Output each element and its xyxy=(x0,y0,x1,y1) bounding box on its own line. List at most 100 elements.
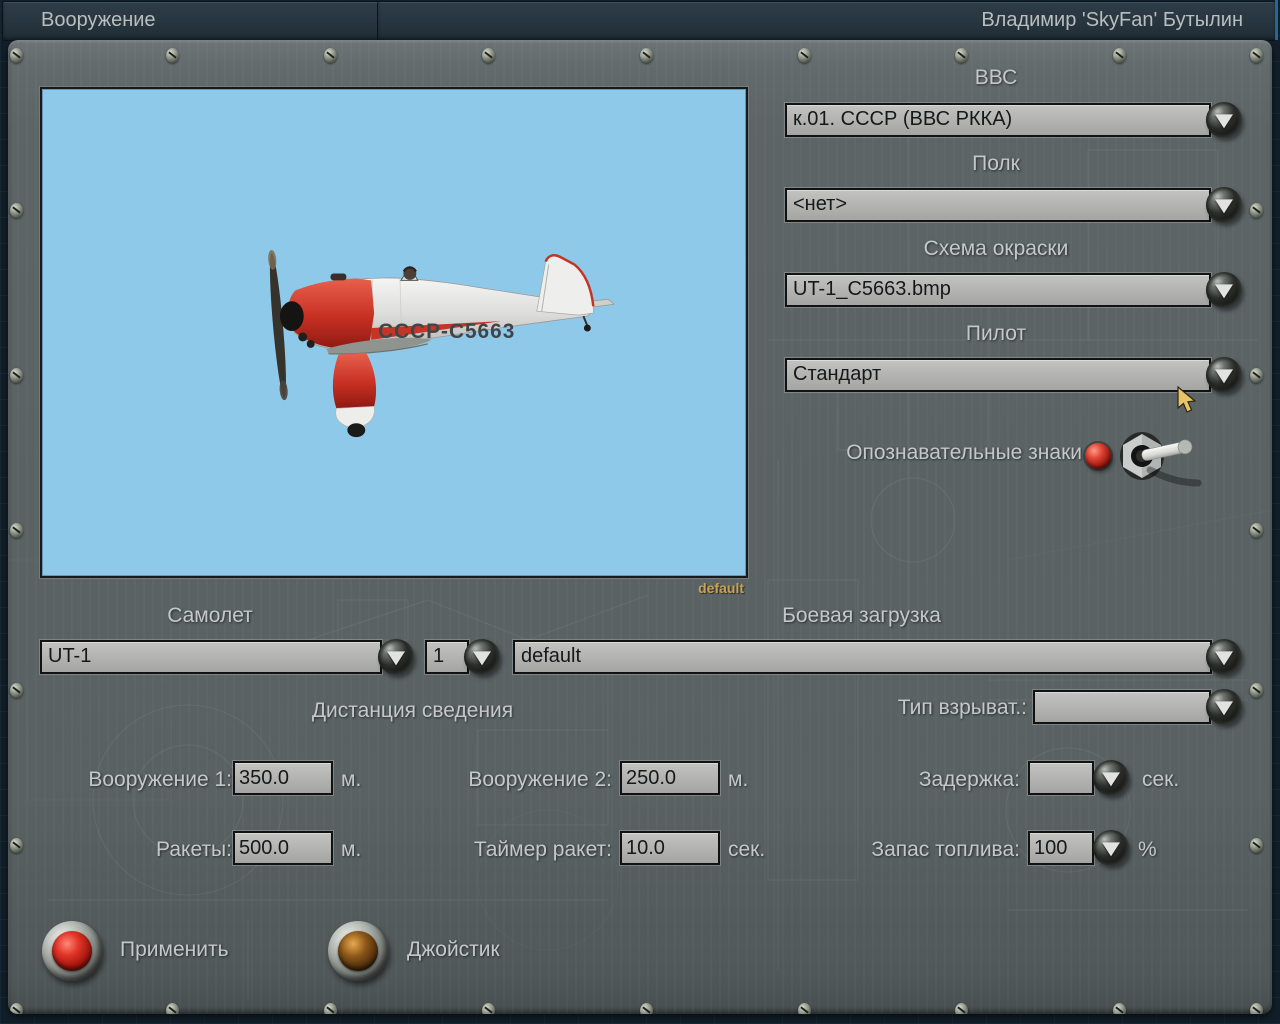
armament-screen: Вооружение Владимир 'SkyFan' Бутылин ССС… xyxy=(0,0,1280,1024)
screw-icon xyxy=(955,1003,968,1014)
regiment-label: Полк xyxy=(972,152,1020,175)
screw-icon xyxy=(1250,203,1263,218)
screw-icon xyxy=(166,48,179,63)
aircraft-preview-image: СССР-С5663 xyxy=(268,249,615,438)
fuel-unit: % xyxy=(1138,838,1157,861)
player-name: Владимир 'SkyFan' Бутылин xyxy=(981,9,1243,31)
delay-unit: сек. xyxy=(1142,768,1180,791)
pilot-label: Пилот xyxy=(965,322,1027,345)
player-name-bar: Владимир 'SkyFan' Бутылин xyxy=(377,1,1276,41)
weapon2-input[interactable] xyxy=(620,761,720,795)
pilot-dropdown-button[interactable] xyxy=(1206,357,1242,393)
screw-icon xyxy=(324,1003,337,1014)
aircraft-combobox[interactable]: UT-1 xyxy=(40,640,382,674)
loadout-dropdown-button[interactable] xyxy=(1206,639,1242,675)
skin-caption: default xyxy=(698,580,744,596)
arrow-down-icon xyxy=(1215,369,1233,384)
aircraft-preview: СССР-С5663 xyxy=(40,87,748,578)
arrow-down-icon xyxy=(473,651,491,666)
delay-dropdown-button[interactable] xyxy=(1093,760,1129,796)
screw-icon xyxy=(1250,48,1263,63)
skin-combobox[interactable]: UT-1_C5663.bmp xyxy=(785,273,1211,307)
apply-button-dome xyxy=(52,931,92,971)
screw-icon xyxy=(10,683,23,698)
screw-icon xyxy=(10,1003,23,1014)
fuel-dropdown-button[interactable] xyxy=(1093,830,1129,866)
screw-icon xyxy=(1250,368,1263,383)
arrow-down-icon xyxy=(387,651,405,666)
screw-icon xyxy=(10,523,23,538)
screw-icon xyxy=(10,838,23,853)
screw-icon xyxy=(482,48,495,63)
rockets-input[interactable] xyxy=(233,831,333,865)
joystick-button-dome xyxy=(338,931,378,971)
airforce-label: ВВС xyxy=(974,66,1018,89)
arrow-down-icon xyxy=(1215,199,1233,214)
tab-armament[interactable]: Вооружение xyxy=(2,1,409,41)
fuel-input[interactable] xyxy=(1028,831,1094,865)
convergence-title: Дистанция сведения xyxy=(311,699,514,722)
joystick-button[interactable] xyxy=(328,921,388,981)
regiment-dropdown-button[interactable] xyxy=(1206,187,1242,223)
top-right-accent xyxy=(1275,0,1278,40)
screw-icon xyxy=(10,203,23,218)
arrow-down-icon xyxy=(1215,114,1233,129)
rockets-label: Ракеты: xyxy=(156,838,232,861)
fuze-combobox[interactable] xyxy=(1033,690,1211,724)
arrow-down-icon xyxy=(1102,772,1120,787)
arrow-down-icon xyxy=(1215,284,1233,299)
loadout-label: Боевая загрузка xyxy=(782,604,941,627)
weapon2-label: Вооружение 2: xyxy=(468,768,612,791)
screw-icon xyxy=(1250,683,1263,698)
pilot-combobox[interactable]: Стандарт xyxy=(785,358,1211,392)
screw-icon xyxy=(10,48,23,63)
screw-icon xyxy=(166,1003,179,1014)
markings-toggle-switch[interactable] xyxy=(1112,428,1207,488)
fuze-label: Тип взрыват.: xyxy=(897,696,1027,719)
weapon1-input[interactable] xyxy=(233,761,333,795)
joystick-button-label: Джойстик xyxy=(407,938,500,961)
skin-label: Схема окраски xyxy=(923,237,1069,260)
fuel-label: Запас топлива: xyxy=(871,838,1020,861)
screw-icon xyxy=(482,1003,495,1014)
screw-icon xyxy=(798,48,811,63)
loadout-combobox[interactable]: default xyxy=(513,640,1212,674)
arrow-down-icon xyxy=(1102,842,1120,857)
rocket-timer-input[interactable] xyxy=(620,831,720,865)
skin-dropdown-button[interactable] xyxy=(1206,272,1242,308)
screw-icon xyxy=(10,368,23,383)
airforce-combobox[interactable]: к.01. СССР (ВВС РККА) xyxy=(785,103,1211,137)
apply-button[interactable] xyxy=(42,921,102,981)
rocket-timer-unit: сек. xyxy=(728,838,766,861)
rocket-timer-label: Таймер ракет: xyxy=(473,838,612,861)
delay-input[interactable] xyxy=(1028,761,1094,795)
aircraft-count-field[interactable]: 1 xyxy=(425,640,469,674)
screw-icon xyxy=(640,1003,653,1014)
arrow-down-icon xyxy=(1215,701,1233,716)
markings-label: Опознавательные знаки xyxy=(846,441,1082,464)
regiment-combobox[interactable]: <нет> xyxy=(785,188,1211,222)
screw-icon xyxy=(1250,838,1263,853)
arrow-down-icon xyxy=(1215,651,1233,666)
rockets-unit: м. xyxy=(341,838,362,861)
screw-icon xyxy=(640,48,653,63)
weapon2-unit: м. xyxy=(728,768,749,791)
screw-icon xyxy=(1250,523,1263,538)
registration-text: СССР-С5663 xyxy=(378,320,515,343)
weapon1-label: Вооружение 1: xyxy=(88,768,232,791)
screw-icon xyxy=(955,48,968,63)
fuze-dropdown-button[interactable] xyxy=(1206,689,1242,725)
screw-icon xyxy=(324,48,337,63)
airforce-dropdown-button[interactable] xyxy=(1206,102,1242,138)
screw-icon xyxy=(1250,1003,1263,1014)
screw-icon xyxy=(1113,48,1126,63)
tab-armament-label: Вооружение xyxy=(41,9,156,31)
mouse-cursor xyxy=(1177,386,1197,413)
screw-icon xyxy=(798,1003,811,1014)
markings-indicator-lamp xyxy=(1085,443,1111,469)
screw-icon xyxy=(1113,1003,1126,1014)
apply-button-label: Применить xyxy=(120,938,229,961)
aircraft-label: Самолет xyxy=(167,604,253,627)
aircraft-dropdown-button[interactable] xyxy=(378,639,414,675)
count-dropdown-button[interactable] xyxy=(464,639,500,675)
